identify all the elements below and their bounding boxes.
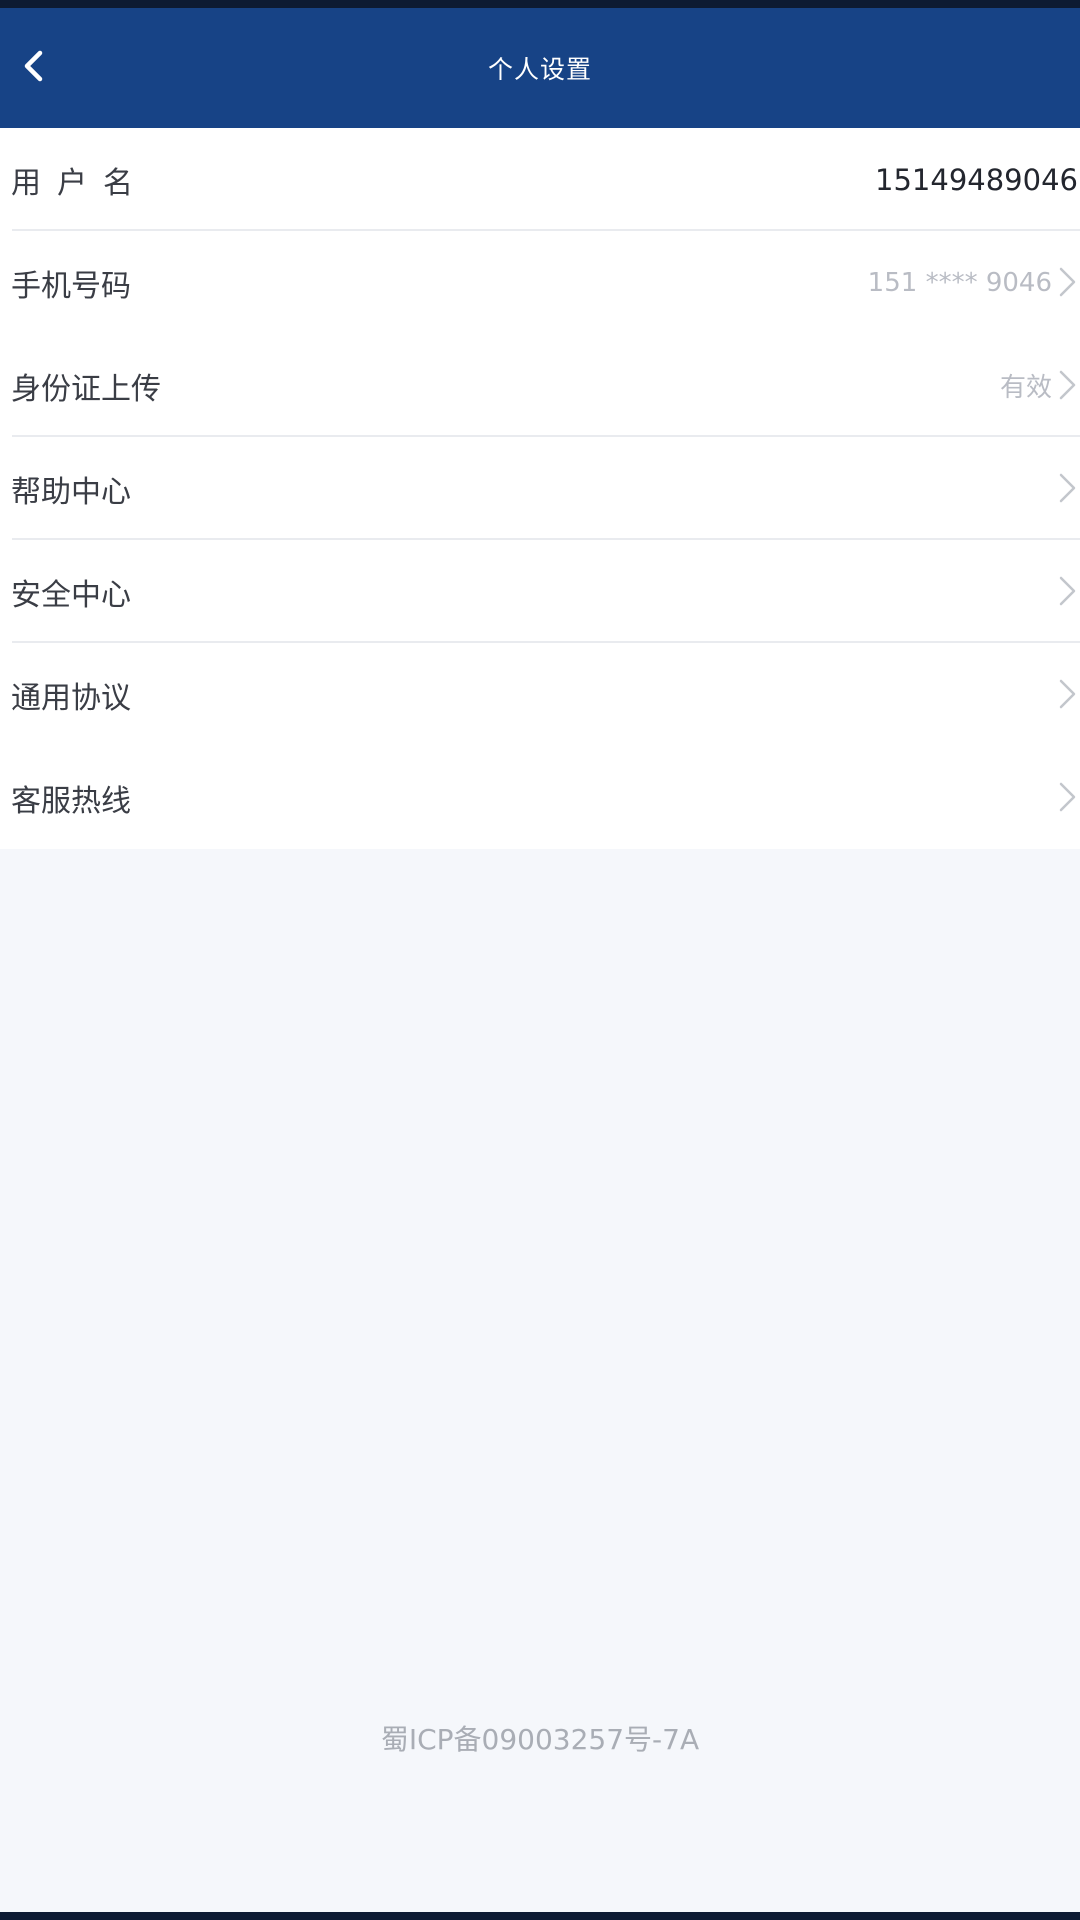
back-button[interactable] — [6, 36, 60, 96]
top-status-strip — [0, 0, 1080, 8]
bottom-strip — [0, 1912, 1080, 1920]
help-center-label: 帮助中心 — [11, 474, 131, 510]
settings-row-general-agreement[interactable]: 通用协议 — [0, 643, 1080, 746]
id-upload-status: 有效 — [999, 373, 1052, 403]
security-center-label: 安全中心 — [11, 577, 131, 613]
settings-row-help-center[interactable]: 帮助中心 — [0, 437, 1080, 540]
app-header: 个人设置 — [0, 8, 1080, 128]
settings-row-phone[interactable]: 手机号码 151 **** 9046 — [0, 231, 1080, 334]
username-label: 用户名 — [11, 165, 149, 201]
phone-value: 151 **** 9046 — [867, 267, 1052, 298]
phone-label: 手机号码 — [11, 268, 131, 304]
settings-row-customer-hotline[interactable]: 客服热线 — [0, 746, 1080, 849]
chevron-left-icon — [24, 50, 43, 82]
icp-license-text: 蜀ICP备09003257号-7A — [380, 1723, 700, 1756]
chevron-right-icon — [1059, 576, 1076, 606]
username-value: 15149489046 — [875, 162, 1078, 197]
general-agreement-label: 通用协议 — [11, 680, 131, 716]
chevron-right-icon — [1059, 370, 1076, 400]
customer-hotline-label: 客服热线 — [11, 783, 131, 819]
settings-row-security-center[interactable]: 安全中心 — [0, 540, 1080, 643]
chevron-right-icon — [1059, 267, 1076, 297]
chevron-right-icon — [1059, 473, 1076, 503]
chevron-right-icon — [1059, 679, 1076, 709]
id-upload-label: 身份证上传 — [11, 371, 161, 407]
page-title: 个人设置 — [487, 55, 592, 84]
chevron-right-icon — [1059, 782, 1076, 812]
settings-list: 用户名 15149489046 手机号码 151 **** 9046 身份证上传… — [0, 128, 1080, 849]
settings-row-username: 用户名 15149489046 — [0, 128, 1080, 231]
settings-row-id-upload[interactable]: 身份证上传 有效 — [0, 334, 1080, 437]
